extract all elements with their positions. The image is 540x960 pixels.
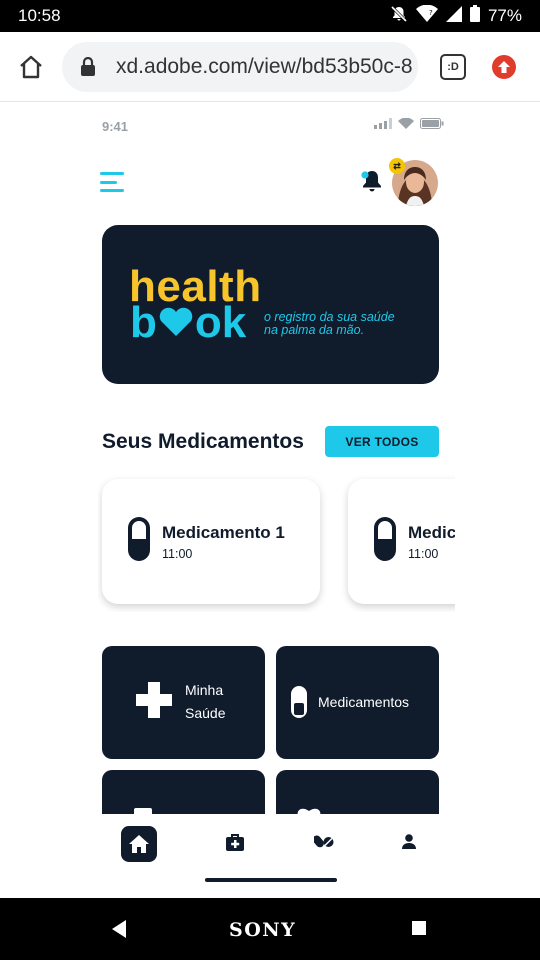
bottom-navigation: [0, 814, 540, 898]
tile-minha-saude[interactable]: Minha Saúde: [102, 646, 265, 759]
recents-icon[interactable]: [412, 921, 426, 935]
nav-pills-button[interactable]: [312, 834, 334, 853]
brand-word-book: b ok: [130, 301, 246, 345]
nav-profile-button[interactable]: [402, 834, 416, 854]
user-icon: [402, 834, 416, 849]
home-outline-icon: [20, 55, 42, 79]
medication-card[interactable]: Medicamento 1 11:00: [102, 479, 320, 604]
tile-label: Minha Saúde: [185, 679, 225, 725]
plus-cross-icon: [136, 682, 172, 718]
back-icon[interactable]: [112, 920, 128, 943]
medication-time: 11:00: [162, 547, 193, 561]
svg-text:?: ?: [429, 9, 433, 17]
arrow-up-icon: [498, 61, 510, 73]
nav-medical-kit-button[interactable]: [226, 834, 244, 856]
tile-label-line-1: Minha: [185, 682, 224, 698]
nav-home-button[interactable]: [121, 826, 157, 862]
app-mockup: 9:41 ⇄ health b ok o registro da sua saú…: [0, 102, 540, 898]
pill-icon: [291, 686, 307, 718]
pill-icon: [128, 517, 150, 561]
address-bar[interactable]: xd.adobe.com/view/bd53b50c-8: [62, 42, 418, 92]
system-status-bar: 10:58 ? 77%: [0, 0, 540, 32]
brand-letter-b: b: [130, 298, 157, 347]
medication-card[interactable]: Medicamento 2 11:00: [348, 479, 455, 604]
status-time: 10:58: [18, 6, 61, 25]
notifications-muted-icon: [390, 5, 408, 28]
wifi-icon: ?: [415, 4, 438, 28]
battery-icon: [469, 5, 480, 27]
brand-letters-ok: ok: [194, 298, 247, 347]
home-indicator[interactable]: [205, 878, 337, 882]
url-text: xd.adobe.com/view/bd53b50c-8: [116, 55, 413, 78]
medication-name: Medicamento 1: [162, 523, 285, 542]
device-brand-logo: SONY: [229, 919, 297, 941]
system-navigation-bar: SONY: [0, 898, 540, 960]
signal-icon: [445, 5, 462, 27]
menu-icon[interactable]: [100, 172, 124, 192]
tile-label-line-2: Saúde: [185, 705, 226, 721]
heart-icon: [158, 301, 194, 345]
healthbook-banner: health b ok o registro da sua saúde na p…: [102, 225, 439, 384]
medication-name: Medicamento 2: [408, 523, 455, 542]
signal-bars-icon: [374, 118, 392, 129]
home-icon: [129, 835, 149, 853]
pill-icon: [374, 517, 396, 561]
wifi-small-icon: [398, 118, 414, 129]
battery-percent: 77%: [487, 6, 522, 25]
brand-tagline: o registro da sua saúde na palma da mão.: [264, 311, 395, 337]
mockup-status-time: 9:41: [102, 119, 129, 134]
medical-kit-icon: [226, 834, 244, 851]
update-button[interactable]: [492, 55, 516, 79]
tile-label: Medicamentos: [318, 694, 410, 710]
home-button[interactable]: [14, 50, 48, 84]
medication-time: 11:00: [408, 547, 439, 561]
swap-badge-icon: ⇄: [389, 158, 405, 174]
tagline-line-2: na palma da mão.: [264, 323, 365, 337]
mockup-status-icons: [374, 118, 444, 129]
lock-icon: [80, 57, 110, 77]
medications-carousel[interactable]: Medicamento 1 11:00 Medicamento 2 11:00: [98, 472, 455, 612]
see-all-button[interactable]: VER TODOS: [325, 426, 439, 457]
notification-bell-icon[interactable]: [360, 168, 384, 199]
browser-toolbar: xd.adobe.com/view/bd53b50c-8 :D: [0, 32, 540, 102]
pills-icon: [312, 835, 334, 848]
tab-switcher-button[interactable]: :D: [440, 54, 466, 80]
tile-medicamentos[interactable]: Medicamentos: [276, 646, 439, 759]
battery-small-icon: [420, 118, 444, 129]
section-title: Seus Medicamentos: [102, 430, 304, 453]
